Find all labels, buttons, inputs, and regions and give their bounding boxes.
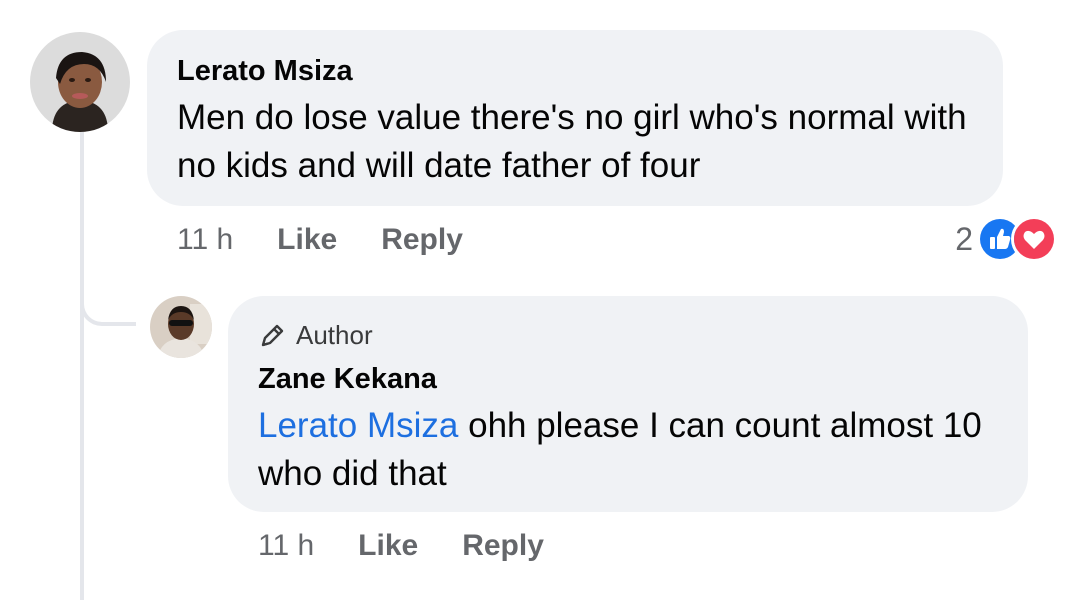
author-badge: Author xyxy=(258,320,998,350)
author-badge-label: Author xyxy=(296,319,373,350)
pencil-icon xyxy=(261,324,284,347)
comment-timestamp[interactable]: 11 h xyxy=(177,223,233,257)
reply-avatar[interactable] xyxy=(150,296,212,358)
reply-text: Lerato Msiza ohh please I can count almo… xyxy=(258,402,998,498)
reply-author-name[interactable]: Zane Kekana xyxy=(258,362,998,396)
reply-timestamp[interactable]: 11 h xyxy=(258,529,314,563)
avatar[interactable] xyxy=(30,32,130,132)
reaction-count: 2 xyxy=(955,220,973,257)
mention-link[interactable]: Lerato Msiza xyxy=(258,406,458,445)
comment-text: Men do lose value there's no girl who's … xyxy=(177,98,967,185)
heart-icon xyxy=(1011,216,1057,262)
reply-avatar-image xyxy=(150,296,212,358)
comment-actions: 11 h Like Reply xyxy=(177,218,507,262)
reply-button[interactable]: Reply xyxy=(381,223,463,257)
reply-bubble: Author Zane Kekana Lerato Msiza ohh plea… xyxy=(228,296,1028,512)
reply-like-button[interactable]: Like xyxy=(358,529,418,563)
reply-reply-button[interactable]: Reply xyxy=(462,529,544,563)
reaction-summary[interactable]: 2 xyxy=(955,214,1057,264)
like-button[interactable]: Like xyxy=(277,223,337,257)
avatar-image xyxy=(30,32,130,132)
thread-branch-connector xyxy=(80,260,136,326)
reply-actions: 11 h Like Reply xyxy=(258,524,588,568)
comment-author-name[interactable]: Lerato Msiza xyxy=(177,54,973,88)
thread-line xyxy=(80,132,84,600)
comment-bubble: Lerato Msiza Men do lose value there's n… xyxy=(147,30,1003,206)
